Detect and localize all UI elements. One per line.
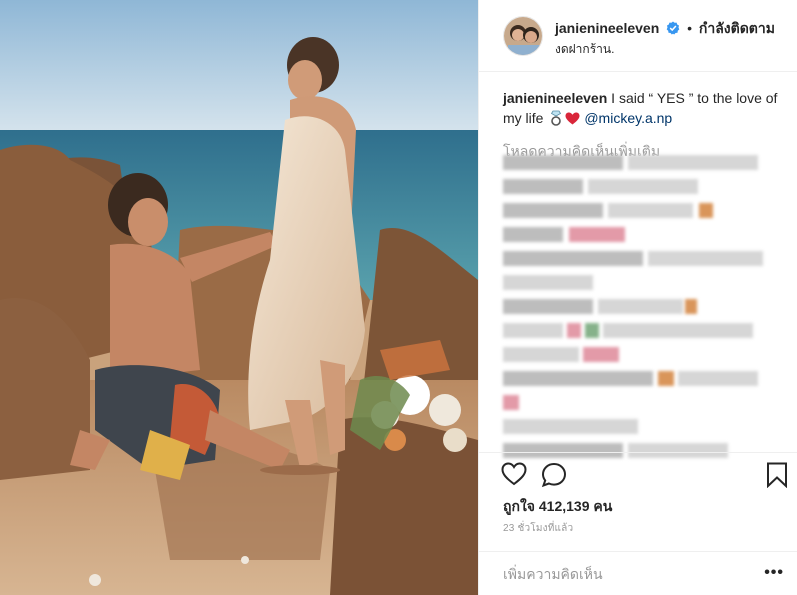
post-actions: ถูกใจ 412,139 คน 23 ชั่วโมงที่แล้ว เพิ่ม…: [479, 452, 797, 588]
list-item: [503, 226, 793, 242]
list-item: [503, 178, 793, 194]
verified-badge-icon: [666, 21, 680, 39]
post-sidebar: janienineeleven • กำลังติดตาม งดฝากร้าน.…: [478, 0, 797, 595]
separator-dot: •: [687, 20, 692, 36]
list-item: [503, 418, 793, 434]
list-item: [503, 394, 793, 410]
ring-emoji-icon: [550, 110, 562, 131]
add-comment-input[interactable]: เพิ่มความคิดเห็น: [503, 564, 603, 586]
blurred-comments: [503, 154, 793, 466]
list-item: [503, 346, 793, 362]
comment-bubble-icon[interactable]: [541, 462, 567, 493]
following-button[interactable]: กำลังติดตาม: [699, 20, 775, 36]
caption-username[interactable]: janienineeleven: [503, 90, 607, 106]
likes-count[interactable]: ถูกใจ 412,139 คน: [503, 496, 612, 518]
post-timestamp[interactable]: 23 ชั่วโมงที่แล้ว: [503, 521, 573, 536]
comments-section: janienineeleven I said “ YES ” to the lo…: [503, 88, 787, 163]
avatar[interactable]: [503, 16, 543, 56]
list-item: [503, 274, 793, 290]
post-header: janienineeleven • กำลังติดตาม งดฝากร้าน.: [479, 0, 797, 72]
mention-link[interactable]: @mickey.a.np: [584, 110, 672, 126]
heart-outline-icon[interactable]: [501, 462, 527, 491]
list-item: [503, 370, 793, 386]
list-item: [503, 154, 793, 170]
location-link[interactable]: งดฝากร้าน.: [555, 40, 614, 59]
list-item: [503, 202, 793, 218]
bookmark-icon[interactable]: [766, 462, 788, 493]
post-photo[interactable]: [0, 0, 478, 595]
add-comment-bar: เพิ่มความคิดเห็น •••: [479, 551, 797, 591]
list-item: [503, 322, 793, 338]
more-options-icon[interactable]: •••: [764, 564, 784, 582]
caption: janienineeleven I said “ YES ” to the lo…: [503, 88, 787, 131]
list-item: [503, 298, 793, 314]
username-link[interactable]: janienineeleven: [555, 20, 659, 36]
list-item: [503, 250, 793, 266]
red-heart-emoji-icon: [565, 110, 580, 130]
header-user-line: janienineeleven • กำลังติดตาม: [555, 19, 775, 39]
proposal-photo-image: [0, 0, 478, 595]
